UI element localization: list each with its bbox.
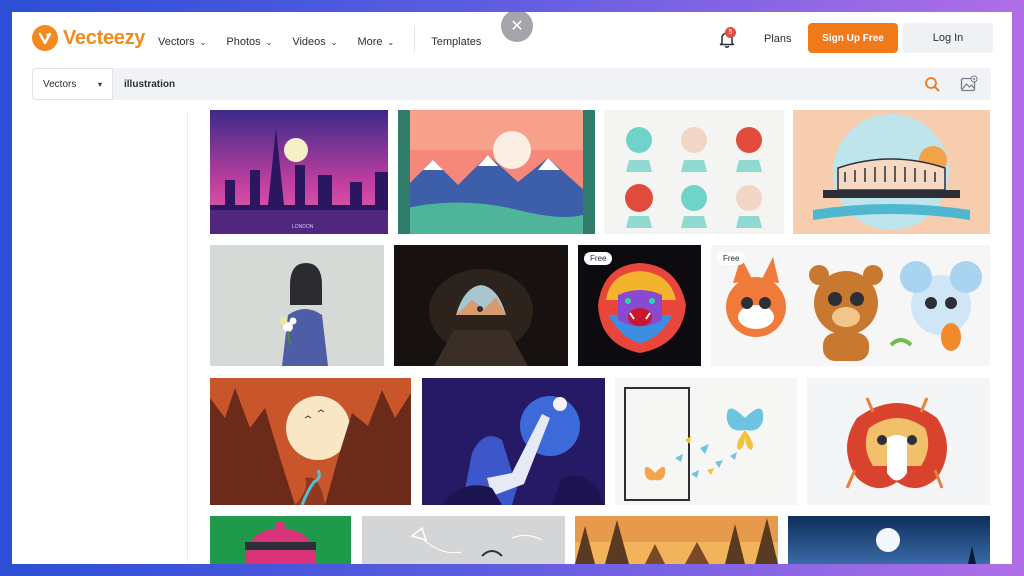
log-in-button[interactable]: Log In	[903, 23, 993, 53]
search-bar: Vectors ▾	[32, 68, 991, 100]
nav-videos[interactable]: Videos ⌄	[292, 36, 337, 48]
result-mountain-landscape[interactable]	[398, 110, 595, 234]
main-nav: Vectors ⌄ Photos ⌄ Videos ⌄ More ⌄ Templ…	[158, 26, 501, 52]
chevron-down-icon: ⌄	[265, 37, 273, 47]
brand-name: Vecteezy	[63, 26, 146, 49]
canyon-moon-illustration	[210, 378, 411, 505]
sign-up-button[interactable]: Sign Up Free	[808, 23, 898, 53]
result-butterflies[interactable]	[615, 378, 797, 505]
search-icon[interactable]	[924, 76, 940, 92]
search-input[interactable]	[124, 76, 824, 92]
notification-count-badge: 5	[725, 27, 736, 38]
result-city-skyline[interactable]: LONDON	[210, 110, 388, 234]
faces-set-illustration	[604, 110, 784, 234]
grey-sketch-illustration	[362, 516, 565, 564]
result-tribal-elephant[interactable]	[807, 378, 990, 505]
nav-photos-label: Photos	[226, 36, 261, 48]
vecteezy-logo[interactable]: Vecteezy	[32, 25, 145, 51]
nav-more-label: More	[357, 36, 383, 48]
nav-videos-label: Videos	[292, 36, 326, 48]
city-caption: LONDON	[292, 224, 314, 230]
search-type-select[interactable]: Vectors ▾	[32, 68, 113, 100]
site-header: Vecteezy Vectors ⌄ Photos ⌄ Videos ⌄ Mor…	[12, 12, 1012, 66]
chevron-down-icon: ⌄	[387, 37, 395, 47]
result-night-moon[interactable]	[788, 516, 990, 564]
result-colosseum[interactable]	[793, 110, 990, 234]
filter-sidebar	[12, 112, 188, 564]
plans-link[interactable]: Plans	[764, 33, 792, 45]
chevron-down-icon: ⌄	[330, 37, 338, 47]
result-girl-with-flowers[interactable]	[210, 245, 384, 366]
city-skyline-illustration	[210, 110, 388, 234]
girl-with-flowers-illustration	[210, 245, 384, 366]
sunset-forest-illustration	[575, 516, 778, 564]
result-astronaut-girl[interactable]	[422, 378, 605, 505]
result-cute-animals[interactable]: Free	[711, 245, 990, 366]
chevron-down-icon: ⌄	[199, 37, 207, 47]
free-badge: Free	[717, 252, 746, 265]
image-search-icon[interactable]	[960, 75, 978, 93]
tribal-elephant-illustration	[807, 378, 990, 505]
mountain-landscape-illustration	[398, 110, 595, 234]
cute-animals-illustration	[711, 245, 990, 366]
nav-vectors-label: Vectors	[158, 36, 195, 48]
free-badge: Free	[584, 252, 613, 265]
green-hat-illustration	[210, 516, 351, 564]
nav-more[interactable]: More ⌄	[357, 36, 394, 48]
cave-illustration	[394, 245, 568, 366]
colosseum-illustration	[793, 110, 990, 234]
nav-photos[interactable]: Photos ⌄	[226, 36, 272, 48]
result-faces-set[interactable]	[604, 110, 784, 234]
result-cave[interactable]	[394, 245, 568, 366]
chevron-down-icon: ▾	[97, 79, 102, 89]
close-icon: ✕	[510, 18, 524, 35]
result-colorful-lion[interactable]: Free	[578, 245, 701, 366]
nav-templates-label: Templates	[431, 36, 482, 48]
result-sunset-forest[interactable]	[575, 516, 778, 564]
result-green-hat[interactable]	[210, 516, 351, 564]
butterflies-illustration	[615, 378, 797, 505]
browser-frame: Vecteezy Vectors ⌄ Photos ⌄ Videos ⌄ Mor…	[12, 12, 1012, 564]
nav-divider	[414, 26, 416, 52]
result-canyon-moon[interactable]	[210, 378, 411, 505]
result-grey-sketch[interactable]	[362, 516, 565, 564]
nav-templates[interactable]: Templates	[431, 36, 481, 48]
logo-mark-icon	[32, 25, 58, 51]
search-type-label: Vectors	[43, 78, 77, 90]
nav-vectors[interactable]: Vectors ⌄	[158, 36, 206, 48]
close-button[interactable]: ✕	[501, 12, 533, 42]
astronaut-girl-illustration	[422, 378, 605, 505]
night-moon-illustration	[788, 516, 990, 564]
